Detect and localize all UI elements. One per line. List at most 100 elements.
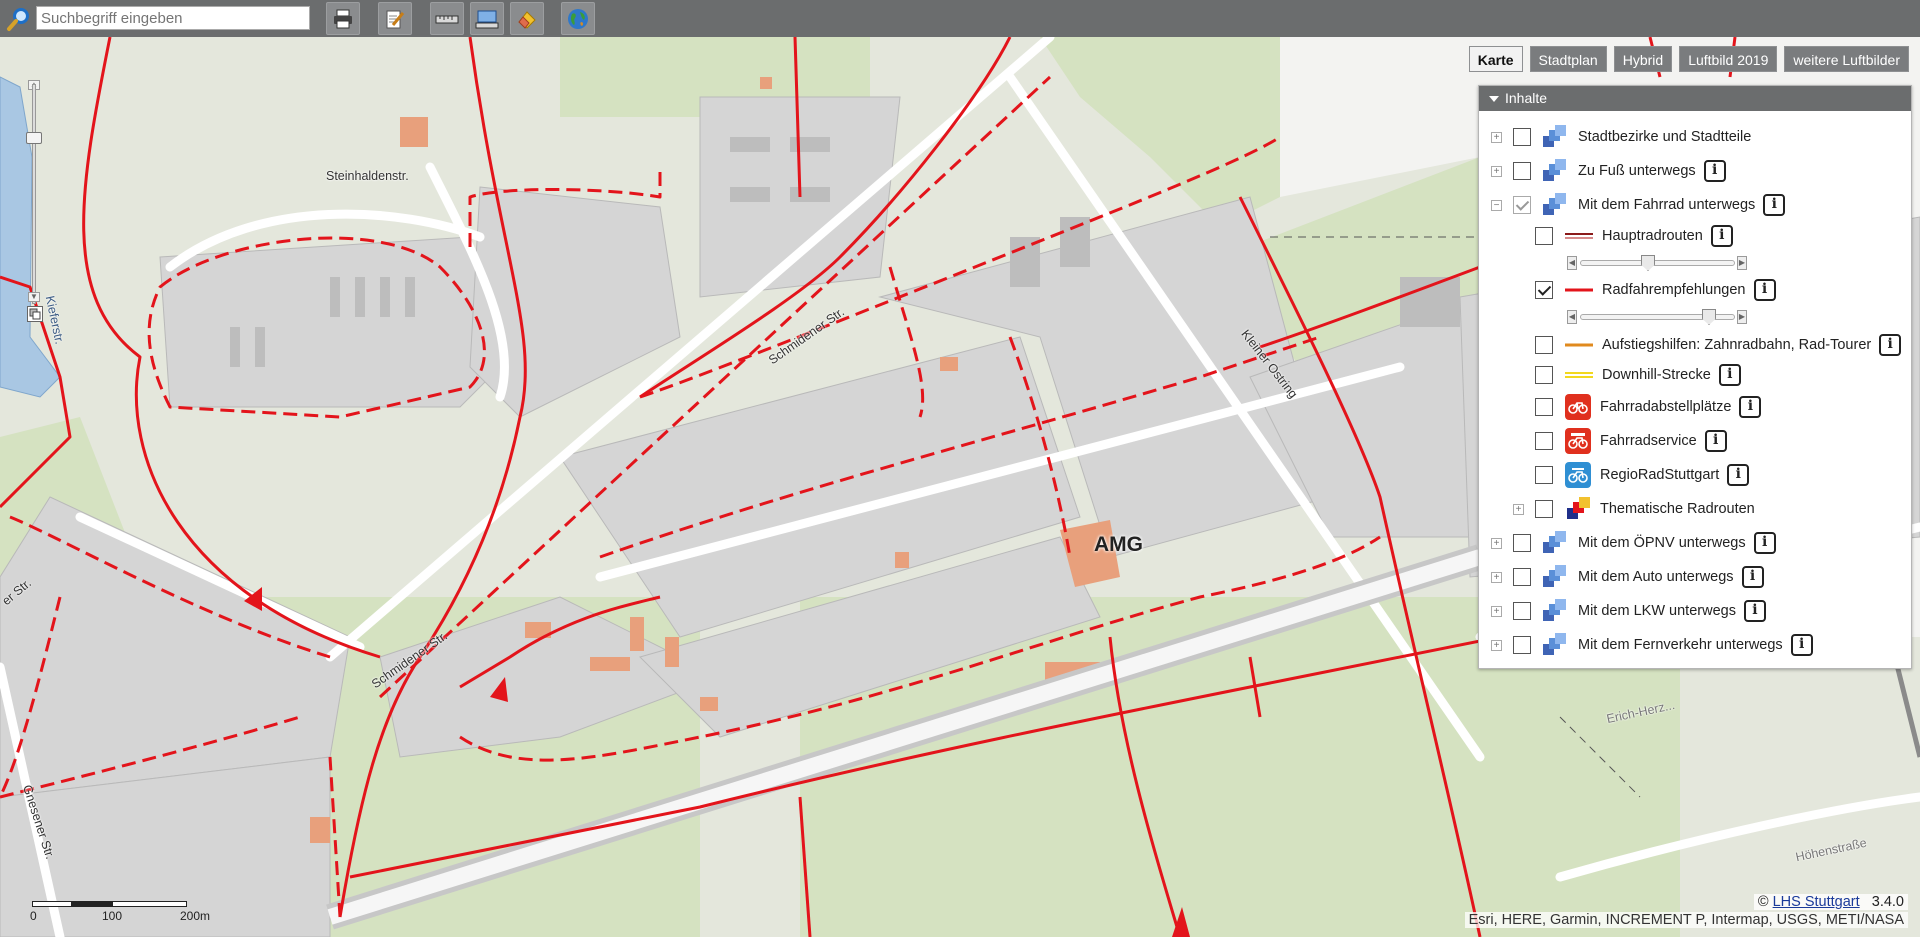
collapse-icon[interactable]: − [1491, 199, 1502, 211]
scale-bar: 0 100 200m [30, 897, 210, 927]
layer-label: Mit dem ÖPNV unterwegs [1578, 535, 1746, 551]
search-icon[interactable] [6, 6, 32, 32]
info-icon[interactable]: i [1879, 334, 1902, 356]
scale-segment [32, 901, 72, 907]
info-icon[interactable]: i [1753, 279, 1776, 301]
layer-checkbox[interactable] [1535, 432, 1553, 450]
yellow-line-symbol-icon [1565, 369, 1593, 381]
print-button[interactable] [326, 2, 360, 35]
info-icon[interactable]: i [1703, 160, 1726, 182]
slider-left-arrow-icon[interactable]: ◀ [1567, 256, 1577, 270]
info-icon[interactable]: i [1710, 225, 1733, 247]
bike-service-icon [1565, 428, 1591, 454]
edit-button[interactable] [378, 2, 412, 35]
measure-area-button[interactable] [470, 2, 504, 35]
opacity-slider-hauptradrouten[interactable]: ◀ ▶ [1567, 255, 1749, 271]
info-icon[interactable]: i [1790, 634, 1813, 656]
search-input[interactable] [36, 6, 310, 30]
layer-row-stadtbezirke: + Stadtbezirke und Stadtteile [1491, 123, 1751, 151]
basemap-hybrid[interactable]: Hybrid [1613, 46, 1673, 72]
layer-group-icon [1543, 633, 1569, 657]
layer-checkbox[interactable] [1513, 636, 1531, 654]
layer-group-icon [1543, 531, 1569, 555]
slider-knob[interactable] [1641, 255, 1655, 271]
layer-checkbox[interactable] [1535, 281, 1553, 299]
globe-button[interactable] [561, 2, 595, 35]
basemap-switcher: Karte Stadtplan Hybrid Luftbild 2019 wei… [1468, 46, 1909, 72]
collapse-triangle-icon[interactable] [1489, 96, 1499, 102]
lhs-stuttgart-link[interactable]: LHS Stuttgart [1773, 894, 1860, 910]
layer-row-lkw: + Mit dem LKW unterwegs i [1491, 597, 1766, 625]
layer-group-icon [1543, 599, 1569, 623]
slider-right-arrow-icon[interactable]: ▶ [1737, 256, 1747, 270]
print-icon [334, 9, 352, 28]
basemap-stadtplan[interactable]: Stadtplan [1529, 46, 1607, 72]
layer-checkbox[interactable] [1535, 398, 1553, 416]
copyright-credit: © LHS Stuttgart 3.4.0 [1753, 894, 1908, 910]
contents-panel: Inhalte + Stadtbezirke und Stadtteile + … [1478, 85, 1912, 669]
expand-icon[interactable]: + [1491, 571, 1502, 583]
slider-right-arrow-icon[interactable]: ▶ [1737, 310, 1747, 324]
scale-label-200m: 200m [180, 909, 211, 923]
orange-line-symbol-icon [1565, 339, 1593, 351]
info-icon[interactable]: i [1741, 566, 1764, 588]
eraser-button[interactable] [510, 2, 544, 35]
layer-checkbox[interactable] [1513, 602, 1531, 620]
info-icon[interactable]: i [1739, 396, 1762, 418]
bike-parking-icon [1565, 394, 1591, 420]
zoom-slider[interactable]: ▲ ▼ [26, 80, 42, 325]
expand-icon[interactable]: + [1491, 131, 1502, 143]
double-line-symbol-icon [1565, 230, 1593, 242]
layer-checkbox[interactable] [1535, 366, 1553, 384]
zoom-track[interactable] [32, 84, 36, 304]
layer-label: Mit dem LKW unterwegs [1578, 603, 1736, 619]
layer-row-regiorad: RegioRadStuttgart i [1535, 461, 1750, 489]
panel-header[interactable]: Inhalte [1479, 86, 1911, 111]
panel-title: Inhalte [1505, 90, 1548, 106]
zoom-out-arrow-icon[interactable]: ▼ [28, 292, 40, 302]
scale-segment [112, 901, 187, 907]
layer-checkbox[interactable] [1535, 500, 1553, 518]
info-icon[interactable]: i [1727, 464, 1750, 486]
layer-label: Hauptradrouten [1602, 228, 1703, 244]
layer-checkbox[interactable] [1535, 227, 1553, 245]
info-icon[interactable]: i [1753, 532, 1776, 554]
layer-checkbox[interactable] [1513, 196, 1531, 214]
map-attribution: Esri, HERE, Garmin, INCREMENT P, Interma… [1464, 912, 1908, 928]
layer-checkbox[interactable] [1535, 336, 1553, 354]
layer-checkbox[interactable] [1513, 568, 1531, 586]
basemap-weitere-luftbilder[interactable]: weitere Luftbilder [1784, 46, 1909, 72]
basemap-luftbild-2019[interactable]: Luftbild 2019 [1679, 46, 1778, 72]
basemap-karte[interactable]: Karte [1468, 46, 1523, 72]
info-icon[interactable]: i [1704, 430, 1727, 452]
layer-checkbox[interactable] [1513, 162, 1531, 180]
layer-label: Zu Fuß unterwegs [1578, 163, 1696, 179]
layer-label: Aufstiegshilfen: Zahnradbahn, Rad-Tourer [1602, 337, 1872, 353]
expand-icon[interactable]: + [1491, 165, 1502, 177]
layer-row-zu-fuss: + Zu Fuß unterwegs i [1491, 157, 1726, 185]
slider-knob[interactable] [1702, 309, 1716, 325]
slider-left-arrow-icon[interactable]: ◀ [1567, 310, 1577, 324]
zoom-knob[interactable] [26, 132, 42, 144]
layer-checkbox[interactable] [1535, 466, 1553, 484]
layer-label: Mit dem Fernverkehr unterwegs [1578, 637, 1783, 653]
expand-icon[interactable]: + [1491, 605, 1502, 617]
layer-switch-icon[interactable] [27, 306, 43, 322]
measure-distance-button[interactable] [430, 2, 464, 35]
info-icon[interactable]: i [1718, 364, 1741, 386]
layer-group-icon [1543, 159, 1569, 183]
layer-row-auto: + Mit dem Auto unterwegs i [1491, 563, 1764, 591]
info-icon[interactable]: i [1743, 600, 1766, 622]
opacity-slider-radfahrempfehlungen[interactable]: ◀ ▶ [1567, 309, 1749, 325]
layer-checkbox[interactable] [1513, 534, 1531, 552]
measure-area-icon [475, 10, 499, 28]
expand-icon[interactable]: + [1513, 503, 1524, 515]
eraser-icon [518, 10, 536, 29]
measure-distance-icon [435, 15, 459, 23]
info-icon[interactable]: i [1763, 194, 1786, 216]
expand-icon[interactable]: + [1491, 639, 1502, 651]
layer-checkbox[interactable] [1513, 128, 1531, 146]
slider-track[interactable] [1580, 260, 1735, 266]
expand-icon[interactable]: + [1491, 537, 1502, 549]
bike-rental-icon [1565, 462, 1591, 488]
